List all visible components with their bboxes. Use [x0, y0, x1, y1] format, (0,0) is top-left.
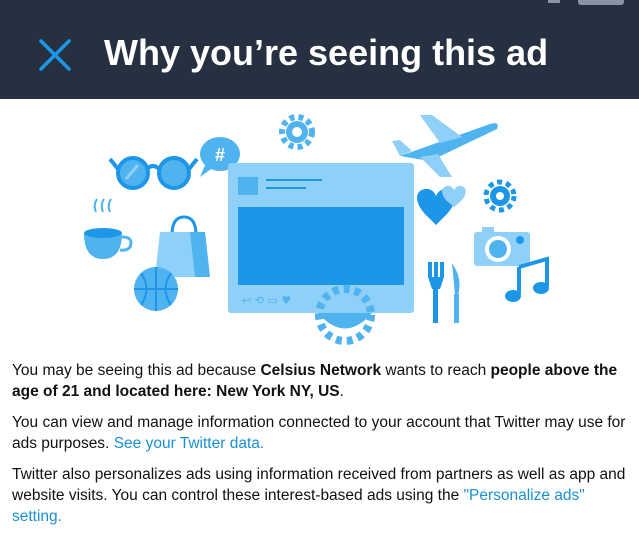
svg-text:#: #	[215, 145, 225, 165]
heart-icon	[417, 185, 466, 225]
shopping-bag-icon	[155, 215, 210, 277]
data-paragraph: You can view and manage information conn…	[12, 412, 627, 454]
reason-paragraph: You may be seeing this ad because Celsiu…	[12, 360, 627, 402]
status-bar-fragment	[548, 0, 560, 3]
personalize-paragraph: Twitter also personalizes ads using info…	[12, 464, 627, 527]
gear-icon	[279, 114, 315, 150]
basketball-icon	[134, 267, 178, 311]
close-icon[interactable]	[37, 37, 73, 73]
reason-text: wants to reach	[381, 362, 491, 379]
gear-icon	[483, 179, 517, 213]
tweet-card-icon: ↩ ⟲ ▭ ♥	[228, 163, 414, 313]
ad-illustration: # ↩ ⟲ ▭ ♥	[84, 114, 549, 349]
header-bar: Why you’re seeing this ad	[0, 0, 639, 99]
sunglasses-icon	[108, 156, 199, 190]
explanation-text: You may be seeing this ad because Celsiu…	[12, 360, 627, 537]
advertiser-name: Celsius Network	[260, 362, 382, 379]
status-bar-fragment	[578, 0, 624, 5]
see-twitter-data-link[interactable]: See your Twitter data.	[114, 435, 265, 452]
page-title: Why you’re seeing this ad	[104, 32, 549, 73]
camera-icon	[474, 227, 530, 266]
reason-text: You may be seeing this ad because	[12, 362, 261, 379]
reason-text: .	[339, 383, 344, 400]
fork-knife-icon	[428, 262, 460, 323]
coffee-cup-icon	[84, 198, 133, 259]
svg-text:↩ ⟲ ▭ ♥: ↩ ⟲ ▭ ♥	[242, 294, 291, 307]
data-text: You can view and manage information conn…	[12, 414, 626, 452]
close-button[interactable]	[30, 30, 80, 80]
